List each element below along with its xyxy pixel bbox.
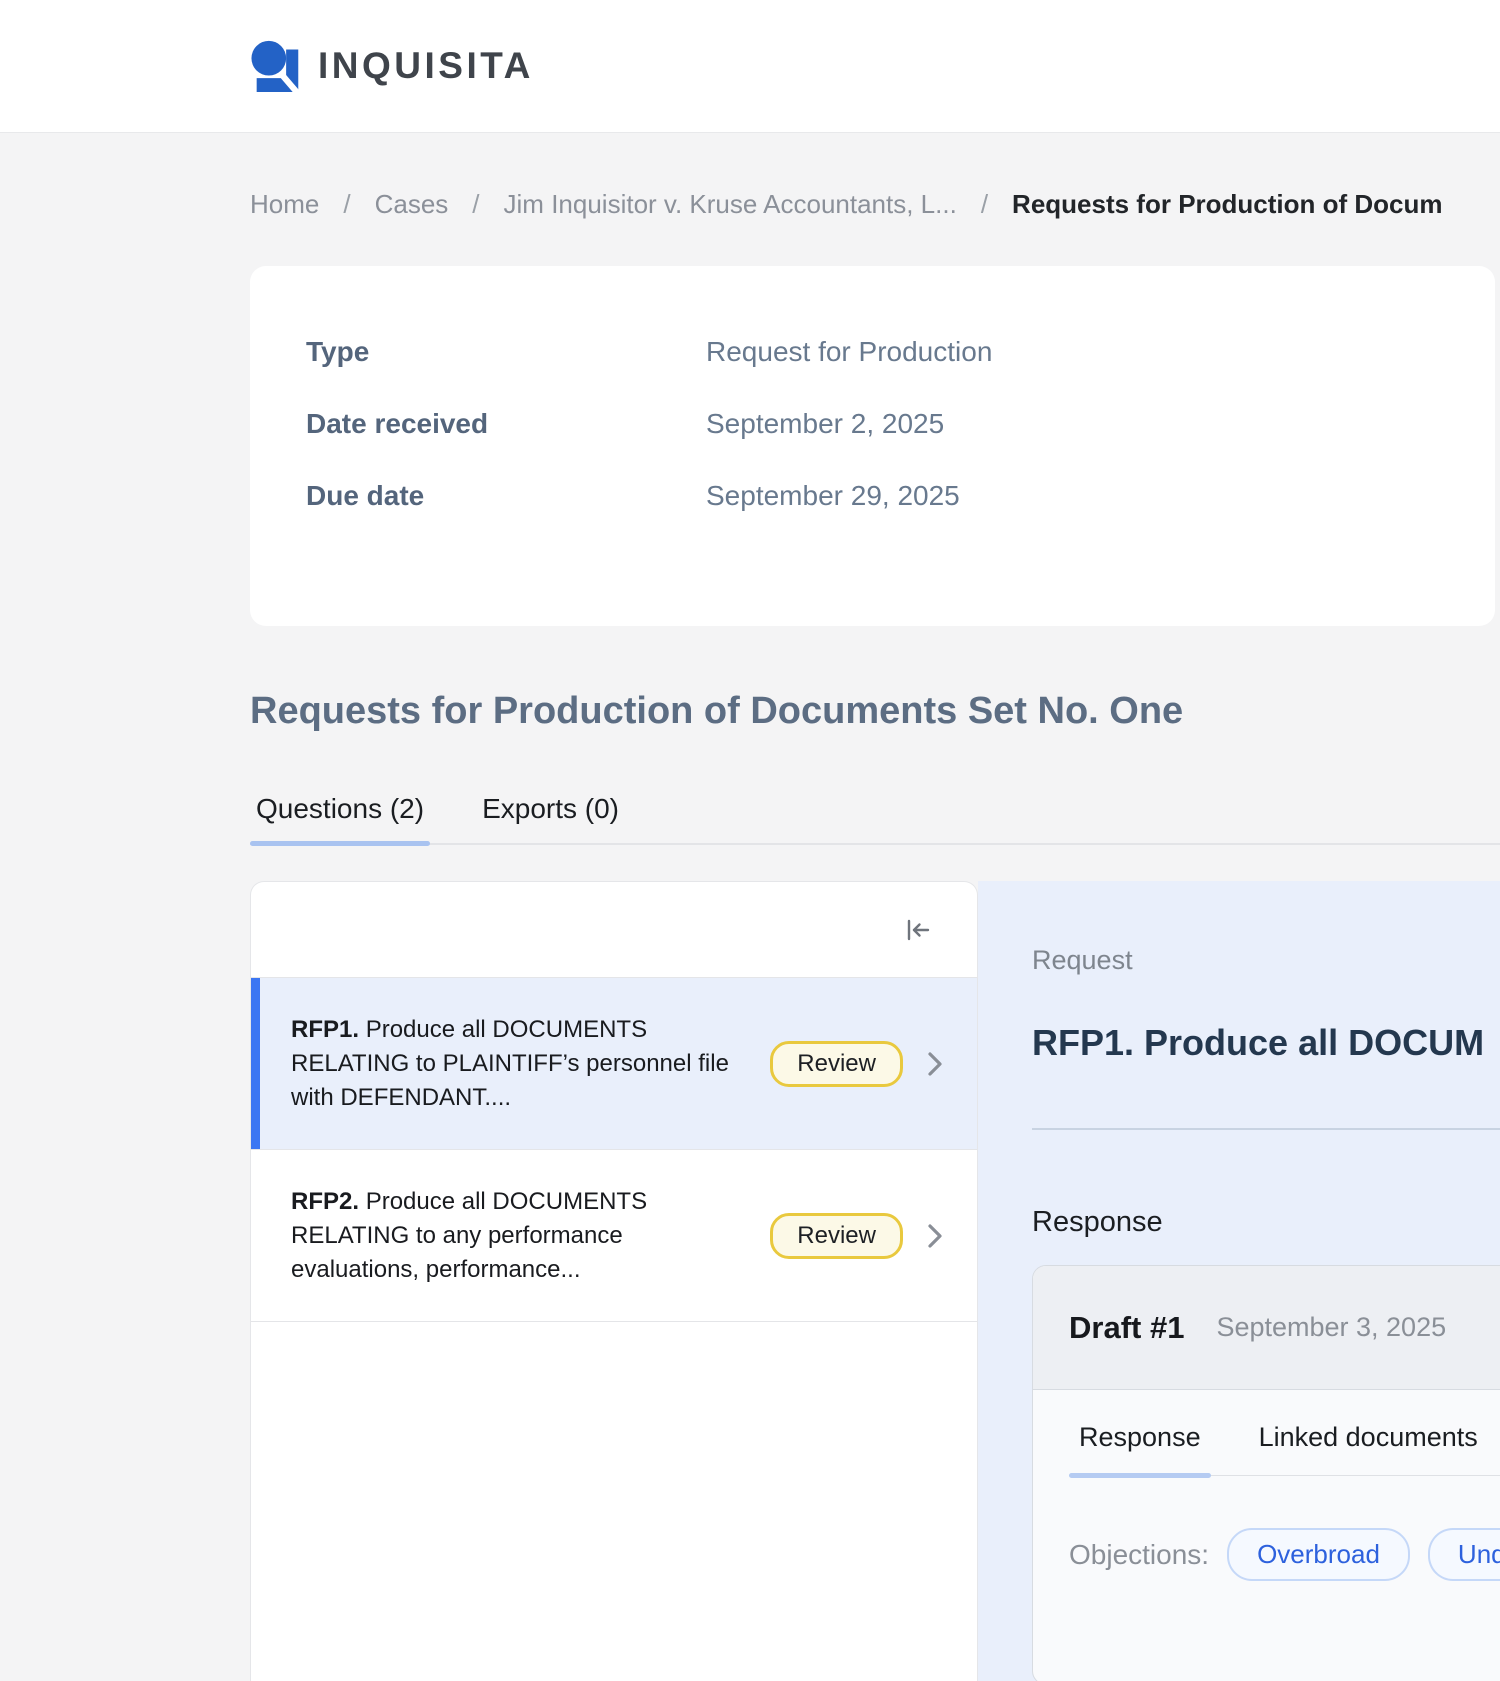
request-detail-panel: Request RFP1. Produce all DOCUM Response… [978,881,1500,1681]
type-label: Type [306,336,706,368]
question-text: RFP1. Produce all DOCUMENTS RELATING to … [291,1013,733,1115]
objection-pill-overbroad[interactable]: Overbroad [1227,1528,1410,1581]
question-row-rfp1[interactable]: RFP1. Produce all DOCUMENTS RELATING to … [251,978,977,1150]
info-row-date-received: Date received September 2, 2025 [306,408,1495,440]
question-id: RFP1. [291,1016,359,1043]
draft-card: Draft #1 September 3, 2025 Response Link… [1032,1265,1500,1681]
tab-exports[interactable]: Exports (0) [476,793,625,843]
status-badge-review[interactable]: Review [770,1041,903,1087]
status-badge-review[interactable]: Review [770,1213,903,1259]
page-title: Requests for Production of Documents Set… [250,690,1500,733]
breadcrumb-home[interactable]: Home [250,189,319,220]
brand-name: INQUISITA [318,45,534,87]
question-list-header [251,882,977,978]
draft-title: Draft #1 [1069,1310,1184,1346]
tab-draft-linked-documents[interactable]: Linked documents [1249,1422,1488,1475]
breadcrumb-current-page: Requests for Production of Docum [1012,189,1442,220]
date-received-value: September 2, 2025 [706,408,944,440]
request-section-label: Request [1032,945,1500,976]
magnifying-glass-q-logo-icon [248,38,300,94]
due-date-label: Due date [306,480,706,512]
breadcrumb-cases[interactable]: Cases [375,189,449,220]
breadcrumb-separator: / [981,189,988,220]
objections-label: Objections: [1069,1539,1209,1571]
objections-row: Objections: Overbroad Unduly B [1069,1528,1500,1581]
tab-questions[interactable]: Questions (2) [250,793,430,843]
breadcrumb: Home / Cases / Jim Inquisitor v. Kruse A… [250,133,1500,220]
draft-card-header: Draft #1 September 3, 2025 [1033,1266,1500,1390]
divider [1032,1128,1500,1130]
chevron-right-icon[interactable] [925,1050,945,1078]
due-date-value: September 29, 2025 [706,480,960,512]
chevron-right-icon[interactable] [925,1222,945,1250]
request-title: RFP1. Produce all DOCUM [1032,1022,1500,1064]
question-id: RFP2. [291,1188,359,1215]
breadcrumb-case-name[interactable]: Jim Inquisitor v. Kruse Accountants, L..… [504,189,957,220]
main-tab-bar: Questions (2) Exports (0) [250,793,1500,845]
questions-workspace: RFP1. Produce all DOCUMENTS RELATING to … [250,881,1500,1681]
question-text: RFP2. Produce all DOCUMENTS RELATING to … [291,1185,733,1287]
question-list-panel: RFP1. Produce all DOCUMENTS RELATING to … [250,881,978,1681]
draft-card-body: Response Linked documents Objections: Ov… [1033,1390,1500,1581]
collapse-panel-left-icon[interactable] [903,915,933,945]
brand-logo[interactable]: INQUISITA [248,38,534,94]
breadcrumb-separator: / [472,189,479,220]
tab-draft-response[interactable]: Response [1069,1422,1211,1475]
objection-pill-unduly-burdensome[interactable]: Unduly B [1428,1528,1500,1581]
date-received-label: Date received [306,408,706,440]
request-info-card: Type Request for Production Date receive… [250,266,1495,626]
question-row-rfp2[interactable]: RFP2. Produce all DOCUMENTS RELATING to … [251,1150,977,1322]
info-row-type: Type Request for Production [306,336,1495,368]
type-value: Request for Production [706,336,992,368]
draft-date: September 3, 2025 [1216,1312,1446,1343]
top-bar: INQUISITA [0,0,1500,133]
response-section-label: Response [1032,1206,1500,1239]
breadcrumb-separator: / [343,189,350,220]
info-row-due-date: Due date September 29, 2025 [306,480,1495,512]
draft-tab-bar: Response Linked documents [1069,1422,1500,1476]
